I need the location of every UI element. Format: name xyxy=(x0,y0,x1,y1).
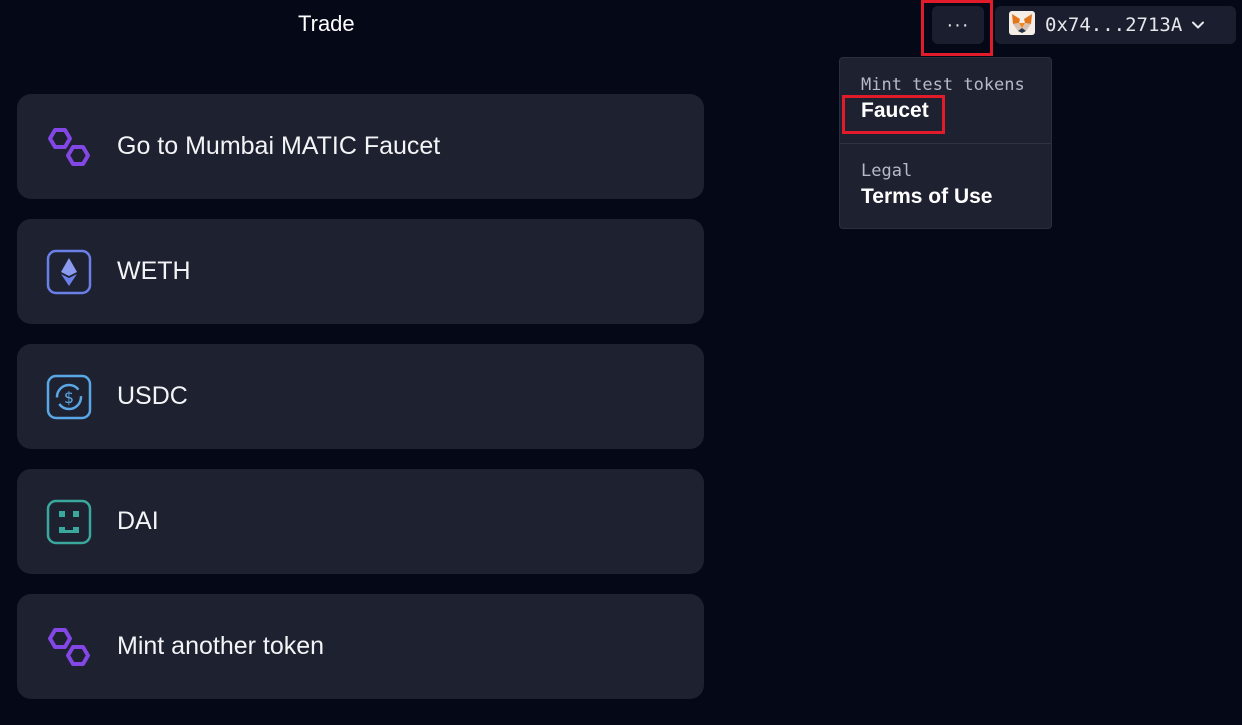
more-dots-icon: ··· xyxy=(946,13,970,36)
usdc-icon: $ xyxy=(45,373,93,421)
faucet-link[interactable]: Faucet xyxy=(861,97,929,125)
token-item-weth[interactable]: WETH xyxy=(17,219,704,324)
nav-trade-link[interactable]: Trade xyxy=(298,10,355,38)
polygon-icon xyxy=(45,623,93,671)
chevron-down-icon xyxy=(1190,17,1206,33)
token-label: Mint another token xyxy=(117,632,325,660)
more-menu-button[interactable]: ··· xyxy=(932,6,984,44)
token-list: Go to Mumbai MATIC Faucet WETH $ USDC DA… xyxy=(17,94,704,719)
more-dropdown-menu: Mint test tokens Faucet Legal Terms of U… xyxy=(839,57,1052,229)
dropdown-caption-mint: Mint test tokens xyxy=(861,75,1025,95)
token-label: USDC xyxy=(117,382,188,410)
wallet-account-button[interactable]: 0x74...2713A xyxy=(995,6,1236,44)
wallet-address: 0x74...2713A xyxy=(1045,14,1183,36)
dai-icon xyxy=(45,498,93,546)
dropdown-section-legal: Legal Terms of Use xyxy=(840,144,1051,229)
ethereum-icon xyxy=(45,248,93,296)
metamask-fox-icon xyxy=(1009,10,1035,40)
token-item-dai[interactable]: DAI xyxy=(17,469,704,574)
app-root: Trade ··· 0x74...2713A Mint test tokens xyxy=(0,0,1242,725)
polygon-icon xyxy=(45,123,93,171)
token-item-matic-faucet[interactable]: Go to Mumbai MATIC Faucet xyxy=(17,94,704,199)
token-label: Go to Mumbai MATIC Faucet xyxy=(117,132,441,160)
terms-of-use-link[interactable]: Terms of Use xyxy=(861,183,993,211)
token-label: DAI xyxy=(117,507,159,535)
dropdown-caption-legal: Legal xyxy=(861,161,913,181)
token-label: WETH xyxy=(117,257,191,285)
svg-text:$: $ xyxy=(64,388,74,407)
dropdown-section-mint: Mint test tokens Faucet xyxy=(840,58,1051,143)
token-item-mint-another[interactable]: Mint another token xyxy=(17,594,704,699)
token-item-usdc[interactable]: $ USDC xyxy=(17,344,704,449)
